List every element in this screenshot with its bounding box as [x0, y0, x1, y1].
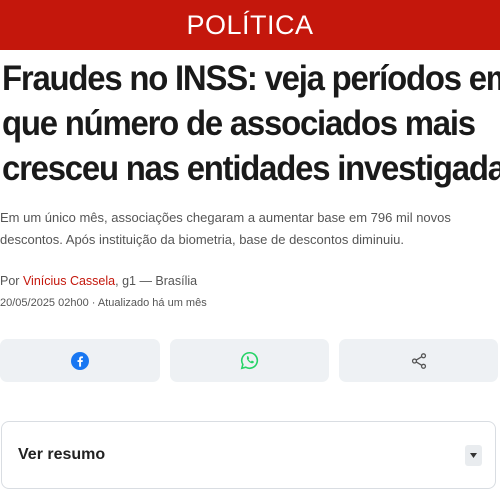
summary-toggle-button[interactable]	[465, 445, 482, 466]
facebook-icon	[71, 351, 89, 370]
article-subtitle: Em um único mês, associações chegaram a …	[0, 210, 451, 247]
section-label[interactable]: POLÍTICA	[186, 10, 313, 41]
summary-label[interactable]: Ver resumo	[18, 446, 105, 464]
byline-prefix: Por	[0, 274, 23, 288]
chevron-down-icon	[470, 453, 477, 458]
headline-line: que número de associados mais	[2, 104, 476, 143]
byline-suffix: , g1 — Brasília	[115, 274, 198, 288]
share-facebook-button[interactable]	[0, 339, 160, 382]
author-link[interactable]: Vinícius Cassela	[23, 274, 115, 288]
whatsapp-icon	[240, 351, 259, 370]
summary-panel[interactable]: Ver resumo	[1, 421, 496, 489]
publish-date: 20/05/2025 02h00 · Atualizado há um mês	[0, 297, 207, 309]
byline: Por Vinícius Cassela, g1 — Brasília	[0, 274, 500, 288]
share-generic-button[interactable]	[339, 339, 498, 382]
article-page: POLÍTICA Fraudes no INSS: veja períodos …	[0, 0, 500, 500]
headline-line: Fraudes no INSS: veja períodos em	[2, 59, 500, 98]
share-whatsapp-button[interactable]	[170, 339, 329, 382]
headline-line: cresceu nas entidades investigadas	[2, 149, 500, 188]
share-bar	[0, 339, 500, 383]
article-headline: Fraudes no INSS: veja períodos em que nú…	[2, 56, 500, 191]
section-header[interactable]: POLÍTICA	[0, 0, 500, 50]
share-icon	[411, 352, 426, 369]
